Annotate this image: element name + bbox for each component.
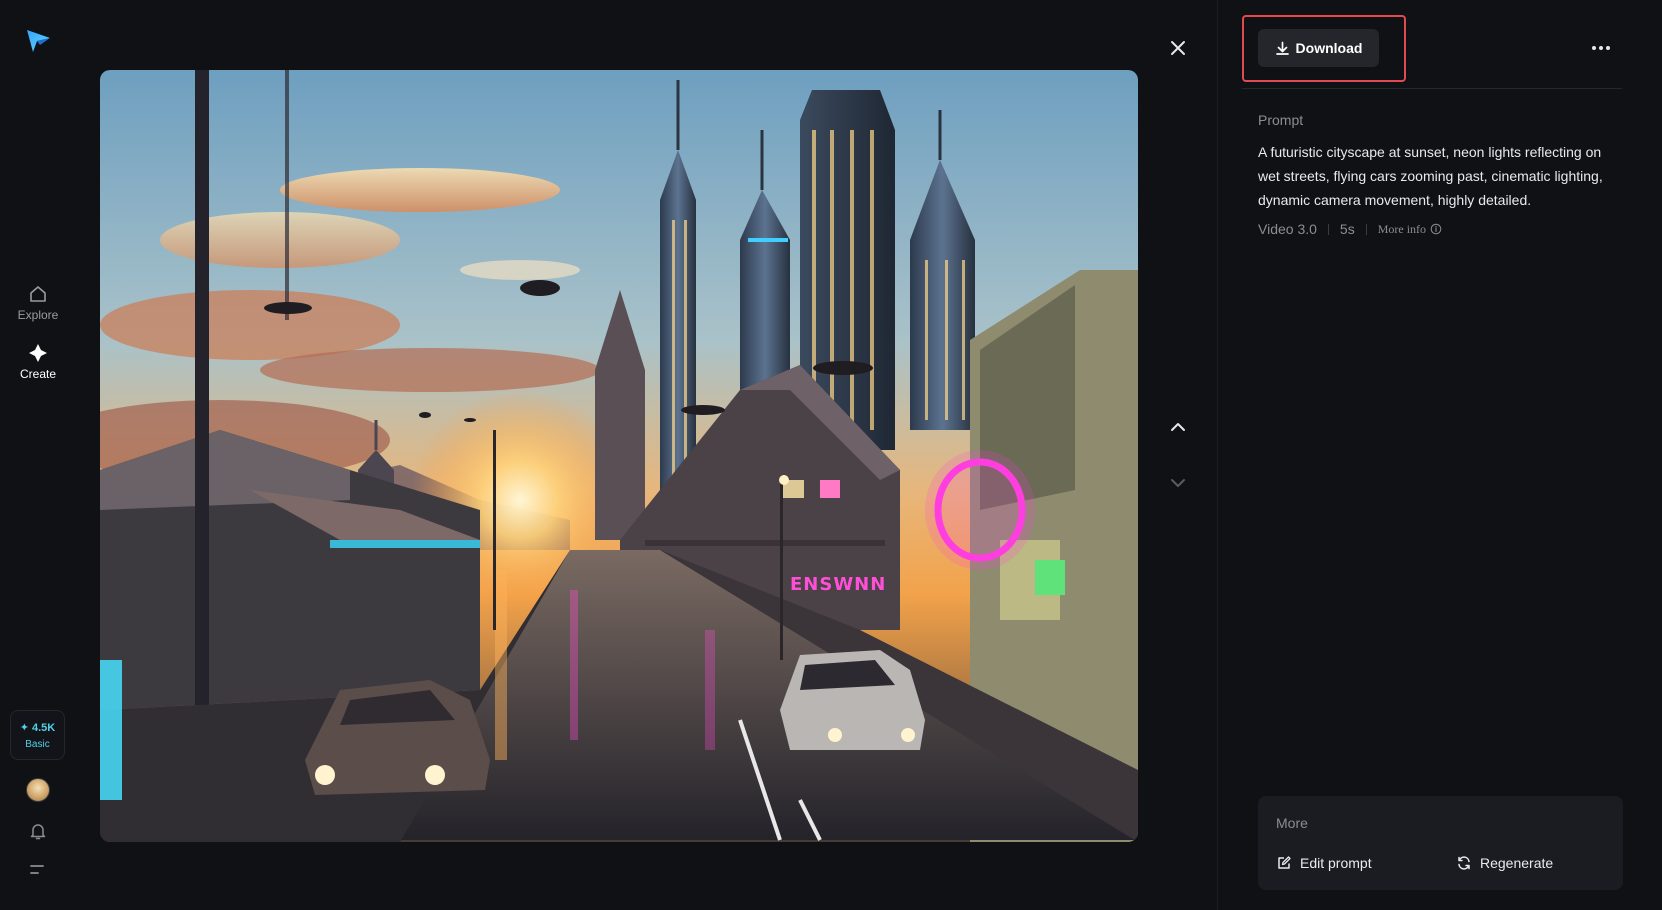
header-divider <box>1242 88 1622 89</box>
download-button[interactable]: Download <box>1258 29 1379 67</box>
bell-icon[interactable] <box>28 821 48 841</box>
model-version: Video 3.0 <box>1258 221 1317 237</box>
sparkle-icon <box>29 344 47 362</box>
cityscape-image: ENSWNN <box>100 70 1138 842</box>
edit-prompt-label: Edit prompt <box>1300 855 1372 871</box>
prompt-text: A futuristic cityscape at sunset, neon l… <box>1258 144 1603 208</box>
credits-badge[interactable]: ✦ 4.5K Basic <box>10 710 65 760</box>
avatar[interactable] <box>26 778 50 802</box>
menu-icon[interactable] <box>29 862 47 878</box>
download-icon <box>1275 41 1289 55</box>
more-info-link[interactable]: More info <box>1378 222 1442 237</box>
more-options-icon[interactable] <box>1590 40 1612 56</box>
meta-separator <box>1327 223 1329 235</box>
regenerate-label: Regenerate <box>1480 855 1554 871</box>
close-icon[interactable] <box>1168 38 1188 58</box>
credits-amount: ✦ 4.5K <box>19 721 56 734</box>
left-sidebar: Explore Create ✦ 4.5K Basic <box>0 0 76 910</box>
duration: 5s <box>1339 221 1355 237</box>
paper-plane-logo-icon[interactable] <box>24 26 52 54</box>
meta-separator <box>1365 223 1367 235</box>
plan-label: Basic <box>25 738 50 750</box>
chevron-down-icon[interactable] <box>1169 474 1187 492</box>
sidebar-item-explore[interactable]: Explore <box>0 284 76 322</box>
regenerate-button[interactable]: Regenerate <box>1456 855 1553 871</box>
more-actions-card: More Edit prompt Regenerate <box>1258 796 1623 890</box>
more-info-label: More info <box>1377 221 1427 236</box>
generation-meta: Video 3.0 5s More info <box>1258 221 1442 237</box>
home-icon <box>30 286 46 302</box>
svg-text:ENSWNN: ENSWNN <box>790 574 886 595</box>
generated-media[interactable]: ENSWNN <box>100 70 1138 842</box>
sidebar-item-create[interactable]: Create <box>0 343 76 381</box>
sidebar-item-label: Create <box>19 367 57 381</box>
edit-icon <box>1278 856 1291 869</box>
prompt-label: Prompt <box>1258 112 1304 128</box>
download-label: Download <box>1295 40 1363 56</box>
edit-prompt-button[interactable]: Edit prompt <box>1276 855 1372 871</box>
more-title: More <box>1276 815 1308 831</box>
sidebar-item-label: Explore <box>17 308 59 322</box>
refresh-icon <box>1458 856 1470 870</box>
info-icon <box>1430 223 1442 235</box>
chevron-up-icon[interactable] <box>1169 418 1187 436</box>
panel-divider <box>1217 0 1218 910</box>
